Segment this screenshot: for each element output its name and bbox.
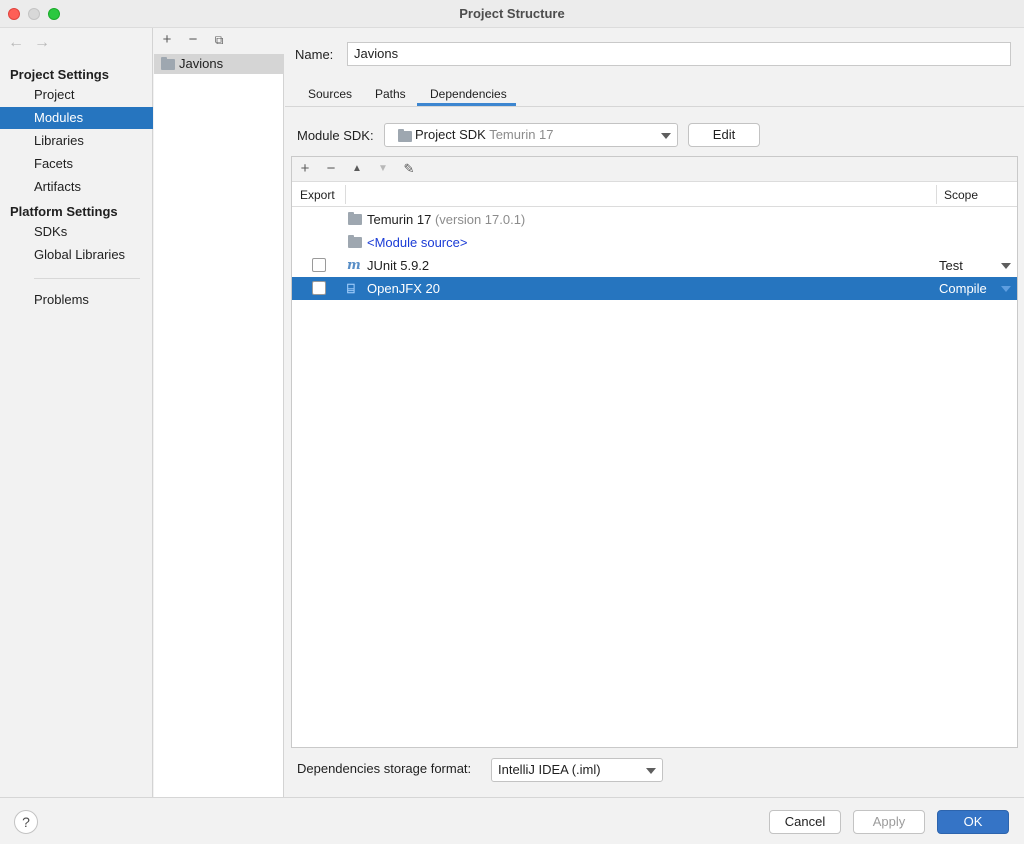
tab-dependencies[interactable]: Dependencies xyxy=(430,87,507,101)
export-checkbox[interactable] xyxy=(312,281,326,295)
module-sdk-dropdown[interactable]: Project SDK Temurin 17 xyxy=(384,123,678,147)
back-arrow-icon[interactable]: ← xyxy=(8,34,24,51)
module-folder-icon xyxy=(161,57,175,70)
chevron-down-icon xyxy=(661,133,671,139)
cancel-button[interactable]: Cancel xyxy=(769,810,841,834)
title-bar: Project Structure xyxy=(0,0,1024,28)
sidebar-item-project[interactable]: Project xyxy=(0,84,153,106)
module-sdk-label: Module SDK: xyxy=(297,128,374,143)
export-column-header[interactable]: Export xyxy=(300,188,335,202)
header-divider xyxy=(936,185,937,204)
settings-sidebar: ← → Project Settings Project Modules Libr… xyxy=(0,28,153,797)
table-row[interactable]: m JUnit 5.9.2 Test xyxy=(292,254,1017,277)
dependency-name: Temurin 17 (version 17.0.1) xyxy=(367,212,526,227)
sidebar-item-global-libraries[interactable]: Global Libraries xyxy=(0,244,153,266)
dependencies-toolbar: + − ▲ ▼ ✎ xyxy=(292,157,1017,182)
storage-format-dropdown[interactable]: IntelliJ IDEA (.iml) xyxy=(491,758,663,782)
sidebar-item-problems[interactable]: Problems xyxy=(0,289,153,311)
export-checkbox[interactable] xyxy=(312,258,326,272)
dependency-detail: (version 17.0.1) xyxy=(434,212,526,227)
sdk-value: Project SDK xyxy=(415,127,486,142)
edit-sdk-button[interactable]: Edit xyxy=(688,123,760,147)
tab-sources[interactable]: Sources xyxy=(308,87,352,101)
storage-format-label: Dependencies storage format: xyxy=(297,761,472,776)
platform-settings-header: Platform Settings xyxy=(10,204,118,219)
sdk-detail: Temurin 17 xyxy=(489,127,554,142)
library-icon: ⌸ xyxy=(347,281,355,296)
name-label: Name: xyxy=(295,47,334,62)
modules-toolbar: + − ⧉ xyxy=(154,28,284,54)
edit-pencil-icon[interactable]: ✎ xyxy=(400,160,418,178)
dependency-name: JUnit 5.9.2 xyxy=(367,258,430,273)
table-row[interactable]: Temurin 17 (version 17.0.1) xyxy=(292,208,1017,231)
move-down-icon: ▼ xyxy=(378,163,388,174)
remove-dependency-icon[interactable]: − xyxy=(322,160,340,178)
dependency-name: OpenJFX 20 xyxy=(367,281,440,296)
window-title: Project Structure xyxy=(459,6,565,21)
add-dependency-icon[interactable]: + xyxy=(296,160,314,178)
maven-library-icon: m xyxy=(347,258,361,273)
header-divider xyxy=(345,185,346,204)
dialog-footer: ? Cancel Apply OK xyxy=(0,797,1024,844)
module-name-field[interactable]: Javions xyxy=(347,42,1011,66)
module-item-label: Javions xyxy=(179,56,224,71)
scope-column-header[interactable]: Scope xyxy=(944,188,978,202)
storage-format-value: IntelliJ IDEA (.iml) xyxy=(498,762,601,777)
sidebar-divider xyxy=(34,278,140,279)
table-row[interactable]: ⌸ OpenJFX 20 Compile xyxy=(292,277,1017,300)
sidebar-item-modules[interactable]: Modules xyxy=(0,107,153,129)
add-icon[interactable]: + xyxy=(158,31,176,49)
modules-list-panel: + − ⧉ Javions xyxy=(154,28,284,797)
help-button[interactable]: ? xyxy=(14,810,38,834)
module-source-folder-icon xyxy=(348,235,362,248)
table-row[interactable]: <Module source> xyxy=(292,231,1017,254)
scope-dropdown[interactable]: Test xyxy=(939,254,963,277)
chevron-down-icon xyxy=(646,768,656,774)
remove-icon[interactable]: − xyxy=(184,31,202,49)
ok-button[interactable]: OK xyxy=(937,810,1009,834)
module-list-item[interactable]: Javions xyxy=(154,54,284,74)
dependencies-header: Export Scope xyxy=(292,182,1017,207)
dependency-name: <Module source> xyxy=(367,235,468,250)
chevron-down-icon[interactable] xyxy=(1001,286,1011,292)
sidebar-item-sdks[interactable]: SDKs xyxy=(0,221,153,243)
sdk-folder-icon xyxy=(348,212,362,225)
sdk-folder-icon xyxy=(398,129,412,142)
move-up-icon[interactable]: ▲ xyxy=(348,160,366,178)
dependencies-table: + − ▲ ▼ ✎ Export Scope Temurin 17 (versi… xyxy=(291,156,1018,748)
sidebar-item-facets[interactable]: Facets xyxy=(0,153,153,175)
forward-arrow-icon[interactable]: → xyxy=(34,34,50,51)
scope-dropdown[interactable]: Compile xyxy=(939,277,987,300)
tabs-divider xyxy=(285,106,1024,107)
module-detail-panel: Name: Javions Sources Paths Dependencies… xyxy=(285,28,1024,797)
apply-button: Apply xyxy=(853,810,925,834)
sidebar-item-artifacts[interactable]: Artifacts xyxy=(0,176,153,198)
project-settings-header: Project Settings xyxy=(10,67,109,82)
copy-icon[interactable]: ⧉ xyxy=(210,31,228,49)
chevron-down-icon[interactable] xyxy=(1001,263,1011,269)
nav-arrows: ← → xyxy=(8,34,60,52)
tab-paths[interactable]: Paths xyxy=(375,87,406,101)
sidebar-item-libraries[interactable]: Libraries xyxy=(0,130,153,152)
